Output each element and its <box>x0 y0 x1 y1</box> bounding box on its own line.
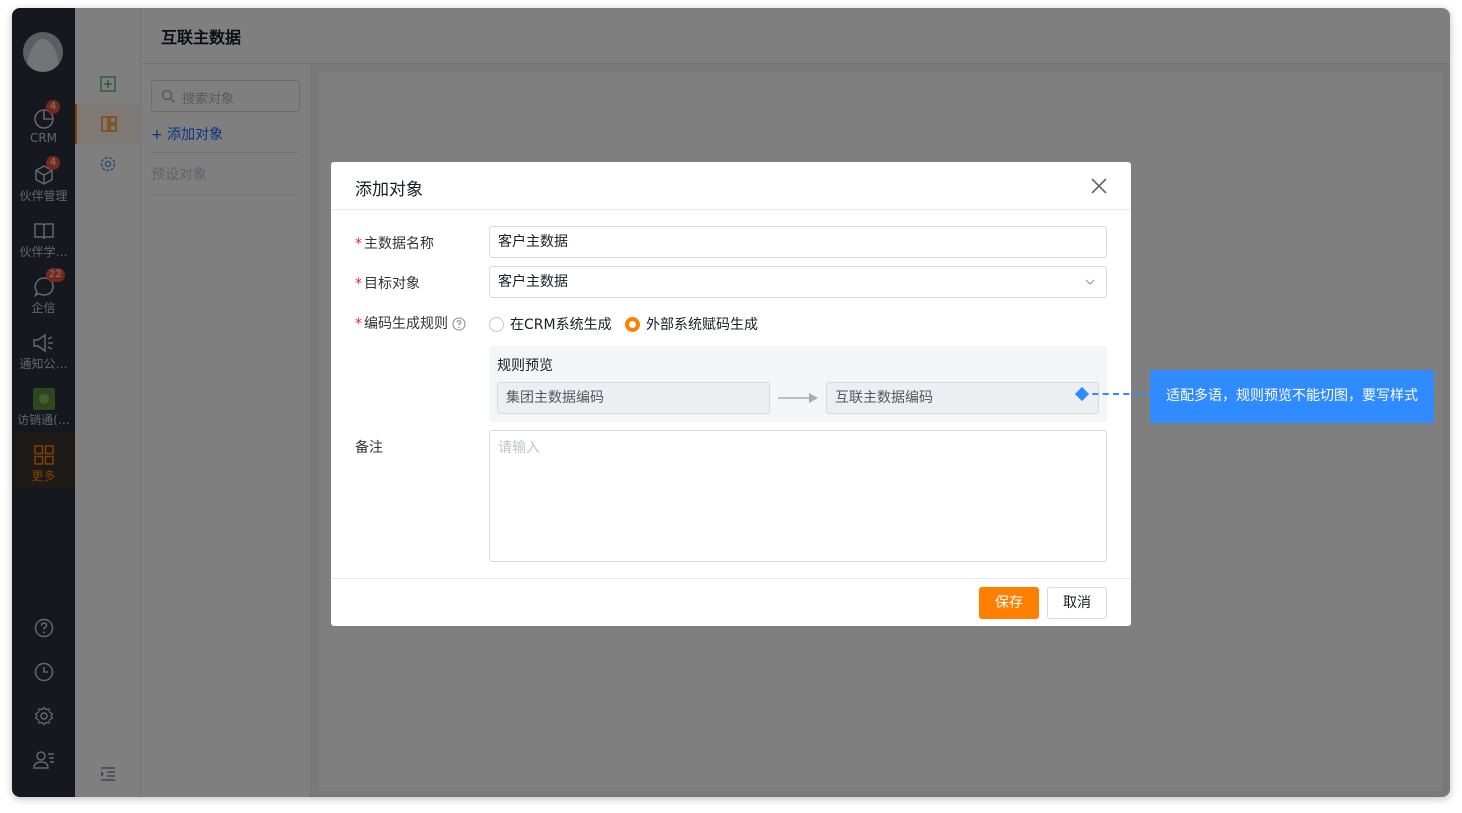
preview-source-field: 集团主数据编码 <box>497 382 770 414</box>
rule-field-label: * 编码生成规则 <box>355 313 466 333</box>
target-object-value: 客户主数据 <box>498 274 568 290</box>
save-button[interactable]: 保存 <box>979 587 1039 619</box>
radio-crm-generate[interactable]: 在CRM系统生成 <box>489 314 612 334</box>
annotation-note: 适配多语，规则预览不能切图，要写样式 <box>1150 370 1434 423</box>
remark-field-label: 备注 <box>355 440 383 456</box>
close-icon[interactable] <box>1089 176 1109 196</box>
name-input[interactable]: 客户主数据 <box>489 226 1107 258</box>
preview-target-field: 互联主数据编码 <box>826 382 1099 414</box>
radio-label: 外部系统赋码生成 <box>646 317 758 333</box>
rule-preview: 规则预览 集团主数据编码 互联主数据编码 <box>489 346 1107 422</box>
target-object-select[interactable]: 客户主数据 <box>489 266 1107 298</box>
question-circle-icon[interactable] <box>452 317 466 331</box>
dialog-header: 添加对象 <box>331 162 1131 210</box>
add-object-dialog: 添加对象 * 主数据名称 客户主数据 * 目标对象 客户主数据 * 编码生成规则 在C… <box>331 162 1131 626</box>
radio-button[interactable] <box>489 316 504 332</box>
rule-preview-title: 规则预览 <box>497 358 553 374</box>
radio-button-selected[interactable] <box>625 316 640 332</box>
dialog-footer: 保存 取消 <box>331 578 1131 626</box>
cancel-button[interactable]: 取消 <box>1047 587 1107 619</box>
dialog-title: 添加对象 <box>355 180 423 200</box>
remark-textarea[interactable]: 请输入 <box>489 430 1107 562</box>
radio-label: 在CRM系统生成 <box>510 317 612 333</box>
annotation-connector <box>1082 393 1150 395</box>
arrow-right-icon <box>778 393 818 403</box>
name-field-label: * 主数据名称 <box>355 236 434 252</box>
chevron-down-icon <box>1085 279 1095 285</box>
radio-external-generate[interactable]: 外部系统赋码生成 <box>625 314 758 334</box>
target-field-label: * 目标对象 <box>355 276 420 292</box>
